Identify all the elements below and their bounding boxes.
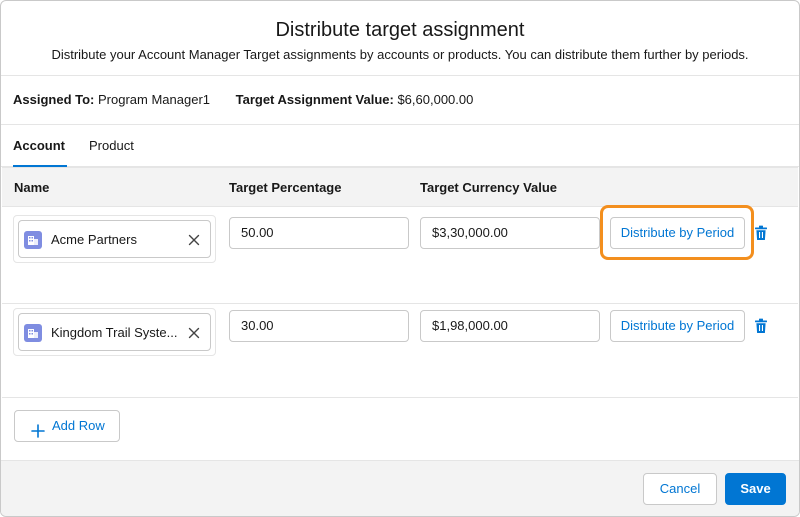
tab-account[interactable]: Account <box>13 125 67 168</box>
table-row: Kingdom Trail Syste... 30.00 $1,98,000.0… <box>2 304 798 398</box>
account-icon <box>24 324 42 342</box>
account-lookup: Kingdom Trail Syste... <box>13 308 216 356</box>
add-row-button[interactable]: Add Row <box>14 410 120 442</box>
account-pill: Kingdom Trail Syste... <box>18 313 211 351</box>
plus-icon <box>31 419 45 438</box>
trash-icon[interactable] <box>754 318 768 334</box>
account-lookup: Acme Partners <box>13 215 216 263</box>
assigned-to-label: Assigned To: <box>13 92 95 107</box>
close-icon[interactable] <box>186 232 202 248</box>
assignment-summary: Assigned To: Program Manager1 Target Ass… <box>1 76 799 125</box>
account-icon <box>24 231 42 249</box>
target-currency-input[interactable]: $3,30,000.00 <box>420 217 600 249</box>
table-header: Name Target Percentage Target Currency V… <box>2 167 798 207</box>
distribute-target-modal: Distribute target assignment Distribute … <box>0 0 800 517</box>
target-assignment-value-label: Target Assignment Value: <box>235 92 394 107</box>
add-row-label: Add Row <box>52 418 105 433</box>
target-assignment-value-amount: $6,60,000.00 <box>397 92 474 107</box>
column-header-name: Name <box>14 180 50 195</box>
modal-title: Distribute target assignment <box>275 19 525 41</box>
distribute-by-period-button[interactable]: Distribute by Period <box>610 310 745 342</box>
assigned-to-value: Program Manager1 <box>98 92 210 107</box>
distribute-by-period-button[interactable]: Distribute by Period <box>610 217 745 249</box>
tab-bar: Account Product <box>1 125 799 168</box>
table-row: Acme Partners 50.00 $3,30,000.00 Distrib… <box>2 205 798 304</box>
tab-product[interactable]: Product <box>89 125 134 167</box>
modal-header: Distribute target assignment Distribute … <box>1 1 799 76</box>
close-icon[interactable] <box>186 325 202 341</box>
account-name: Kingdom Trail Syste... <box>51 325 178 340</box>
trash-icon[interactable] <box>754 225 768 241</box>
cancel-button[interactable]: Cancel <box>643 473 717 505</box>
target-percentage-input[interactable]: 30.00 <box>229 310 409 342</box>
target-currency-input[interactable]: $1,98,000.00 <box>420 310 600 342</box>
account-pill: Acme Partners <box>18 220 211 258</box>
modal-subtitle: Distribute your Account Manager Target a… <box>51 47 749 62</box>
modal-footer: Cancel Save <box>1 460 799 516</box>
save-button[interactable]: Save <box>725 473 786 505</box>
column-header-target-percentage: Target Percentage <box>229 180 342 195</box>
assigned-to: Assigned To: Program Manager1 <box>13 92 210 107</box>
account-name: Acme Partners <box>51 232 137 247</box>
target-assignment-value: Target Assignment Value: $6,60,000.00 <box>236 92 474 107</box>
target-percentage-input[interactable]: 50.00 <box>229 217 409 249</box>
column-header-target-currency-value: Target Currency Value <box>420 180 558 195</box>
